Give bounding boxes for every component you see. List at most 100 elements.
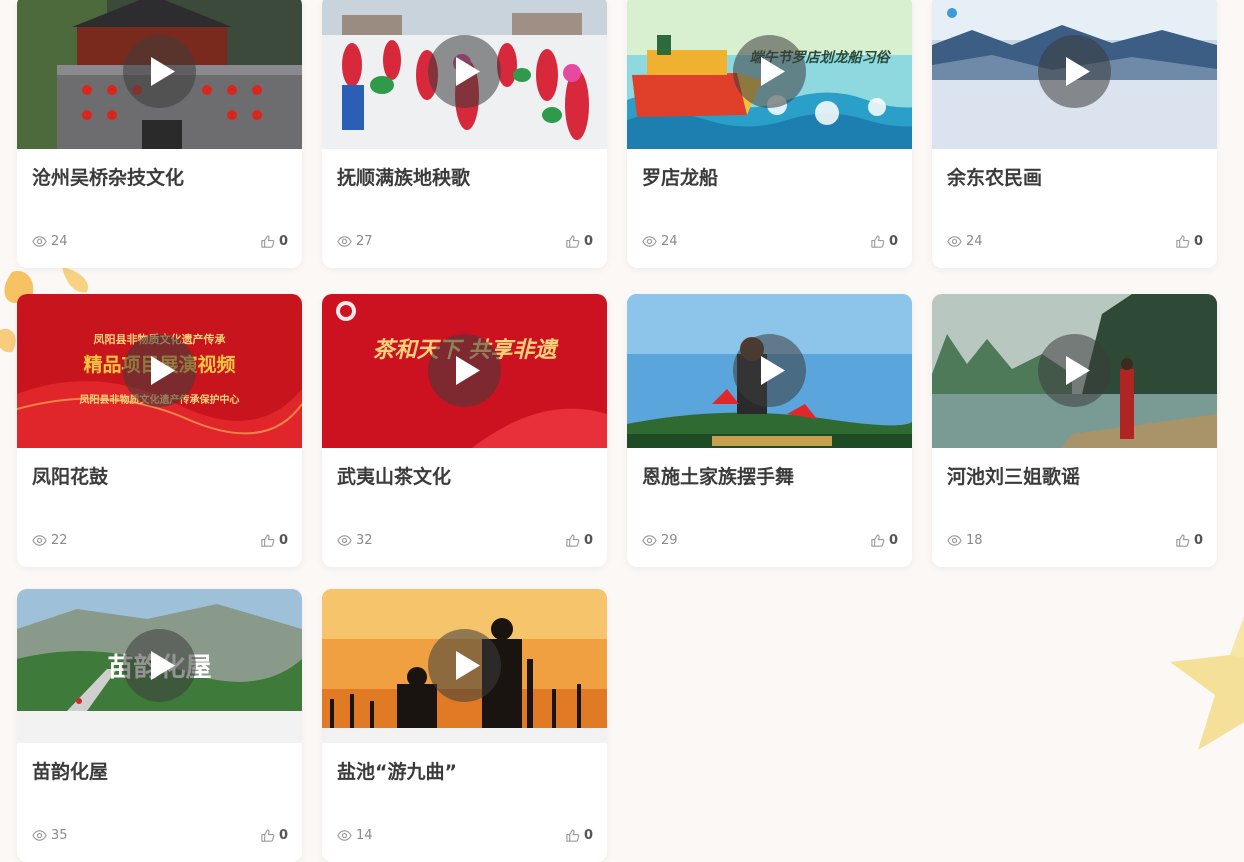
video-card[interactable]: 余东农民画 24 0 <box>932 0 1217 268</box>
video-title[interactable]: 盐池“游九曲” <box>337 757 457 784</box>
like-button[interactable]: 0 <box>260 533 288 548</box>
play-button[interactable] <box>428 629 501 702</box>
play-button[interactable] <box>733 334 806 407</box>
play-button[interactable] <box>428 35 501 108</box>
eye-icon <box>642 234 657 249</box>
view-count-value: 22 <box>51 533 68 548</box>
like-button[interactable]: 0 <box>1175 234 1203 249</box>
video-stats: 24 0 <box>32 234 288 250</box>
video-card[interactable]: 苗韵化屋 苗韵化屋 35 0 <box>17 589 302 862</box>
like-button[interactable]: 0 <box>1175 533 1203 548</box>
video-thumbnail[interactable]: 茶和天下 共享非遗 <box>322 294 607 448</box>
video-thumbnail[interactable] <box>322 0 607 149</box>
view-count-value: 24 <box>966 234 983 249</box>
decorative-star-icon <box>1170 616 1244 750</box>
video-stats: 14 0 <box>337 828 593 844</box>
play-icon <box>151 356 175 385</box>
eye-icon <box>32 828 47 843</box>
video-card[interactable]: 盐池“游九曲” 14 0 <box>322 589 607 862</box>
video-title[interactable]: 余东农民画 <box>947 163 1042 190</box>
eye-icon <box>337 533 352 548</box>
view-count-value: 27 <box>356 234 373 249</box>
view-count-value: 24 <box>51 234 68 249</box>
play-icon <box>456 651 480 680</box>
play-icon <box>151 651 175 680</box>
like-count-value: 0 <box>278 533 288 548</box>
view-count: 35 <box>32 828 68 843</box>
thumbs-up-icon <box>260 533 275 548</box>
video-card[interactable]: 凤阳县非物质文化遗产传承 精品项目展演视频 凤阳县非物质文化遗产传承保护中心 凤… <box>17 294 302 567</box>
eye-icon <box>32 234 47 249</box>
like-button[interactable]: 0 <box>565 828 593 843</box>
video-title[interactable]: 罗店龙船 <box>642 163 718 190</box>
view-count: 22 <box>32 533 68 548</box>
video-card[interactable]: 抚顺满族地秧歌 27 0 <box>322 0 607 268</box>
video-title[interactable]: 沧州吴桥杂技文化 <box>32 163 184 190</box>
view-count: 24 <box>642 234 678 249</box>
like-button[interactable]: 0 <box>870 533 898 548</box>
like-count-value: 0 <box>1193 234 1203 249</box>
video-thumbnail[interactable] <box>932 294 1217 448</box>
video-title[interactable]: 武夷山茶文化 <box>337 462 451 489</box>
video-stats: 29 0 <box>642 533 898 549</box>
video-title[interactable]: 凤阳花鼓 <box>32 462 108 489</box>
like-count-value: 0 <box>583 828 593 843</box>
video-card[interactable]: 沧州吴桥杂技文化 24 0 <box>17 0 302 268</box>
view-count-value: 35 <box>51 828 68 843</box>
play-button[interactable] <box>1038 35 1111 108</box>
video-card[interactable]: 茶和天下 共享非遗 武夷山茶文化 32 0 <box>322 294 607 567</box>
view-count: 27 <box>337 234 373 249</box>
thumbs-up-icon <box>1175 234 1190 249</box>
video-thumbnail[interactable] <box>17 0 302 149</box>
video-thumbnail[interactable]: 苗韵化屋 <box>17 589 302 743</box>
thumbs-up-icon <box>260 828 275 843</box>
video-title[interactable]: 抚顺满族地秧歌 <box>337 163 470 190</box>
play-icon <box>1066 356 1090 385</box>
like-button[interactable]: 0 <box>565 533 593 548</box>
video-thumbnail[interactable]: 凤阳县非物质文化遗产传承 精品项目展演视频 凤阳县非物质文化遗产传承保护中心 <box>17 294 302 448</box>
video-thumbnail[interactable] <box>932 0 1217 149</box>
thumbs-up-icon <box>565 828 580 843</box>
like-count-value: 0 <box>583 234 593 249</box>
like-count-value: 0 <box>583 533 593 548</box>
view-count: 24 <box>32 234 68 249</box>
video-stats: 22 0 <box>32 533 288 549</box>
play-icon <box>456 57 480 86</box>
video-stats: 24 0 <box>947 234 1203 250</box>
play-button[interactable] <box>733 35 806 108</box>
like-button[interactable]: 0 <box>870 234 898 249</box>
like-button[interactable]: 0 <box>565 234 593 249</box>
like-count-value: 0 <box>888 533 898 548</box>
video-title[interactable]: 恩施土家族摆手舞 <box>642 462 794 489</box>
eye-icon <box>947 533 962 548</box>
video-card[interactable]: 端午节罗店划龙船习俗 罗店龙船 24 0 <box>627 0 912 268</box>
play-icon <box>761 57 785 86</box>
like-button[interactable]: 0 <box>260 828 288 843</box>
view-count: 14 <box>337 828 373 843</box>
video-thumbnail[interactable] <box>627 294 912 448</box>
play-button[interactable] <box>428 334 501 407</box>
thumbs-up-icon <box>1175 533 1190 548</box>
video-thumbnail[interactable] <box>322 589 607 743</box>
play-button[interactable] <box>1038 334 1111 407</box>
view-count: 24 <box>947 234 983 249</box>
play-button[interactable] <box>123 334 196 407</box>
eye-icon <box>642 533 657 548</box>
thumbs-up-icon <box>260 234 275 249</box>
play-button[interactable] <box>123 629 196 702</box>
video-stats: 18 0 <box>947 533 1203 549</box>
video-title[interactable]: 河池刘三姐歌谣 <box>947 462 1080 489</box>
view-count: 29 <box>642 533 678 548</box>
video-stats: 32 0 <box>337 533 593 549</box>
view-count: 18 <box>947 533 983 548</box>
video-title[interactable]: 苗韵化屋 <box>32 757 108 784</box>
like-button[interactable]: 0 <box>260 234 288 249</box>
eye-icon <box>337 234 352 249</box>
like-count-value: 0 <box>1193 533 1203 548</box>
play-button[interactable] <box>123 35 196 108</box>
video-thumbnail[interactable]: 端午节罗店划龙船习俗 <box>627 0 912 149</box>
eye-icon <box>947 234 962 249</box>
video-card[interactable]: 河池刘三姐歌谣 18 0 <box>932 294 1217 567</box>
view-count: 32 <box>337 533 373 548</box>
video-card[interactable]: 恩施土家族摆手舞 29 0 <box>627 294 912 567</box>
